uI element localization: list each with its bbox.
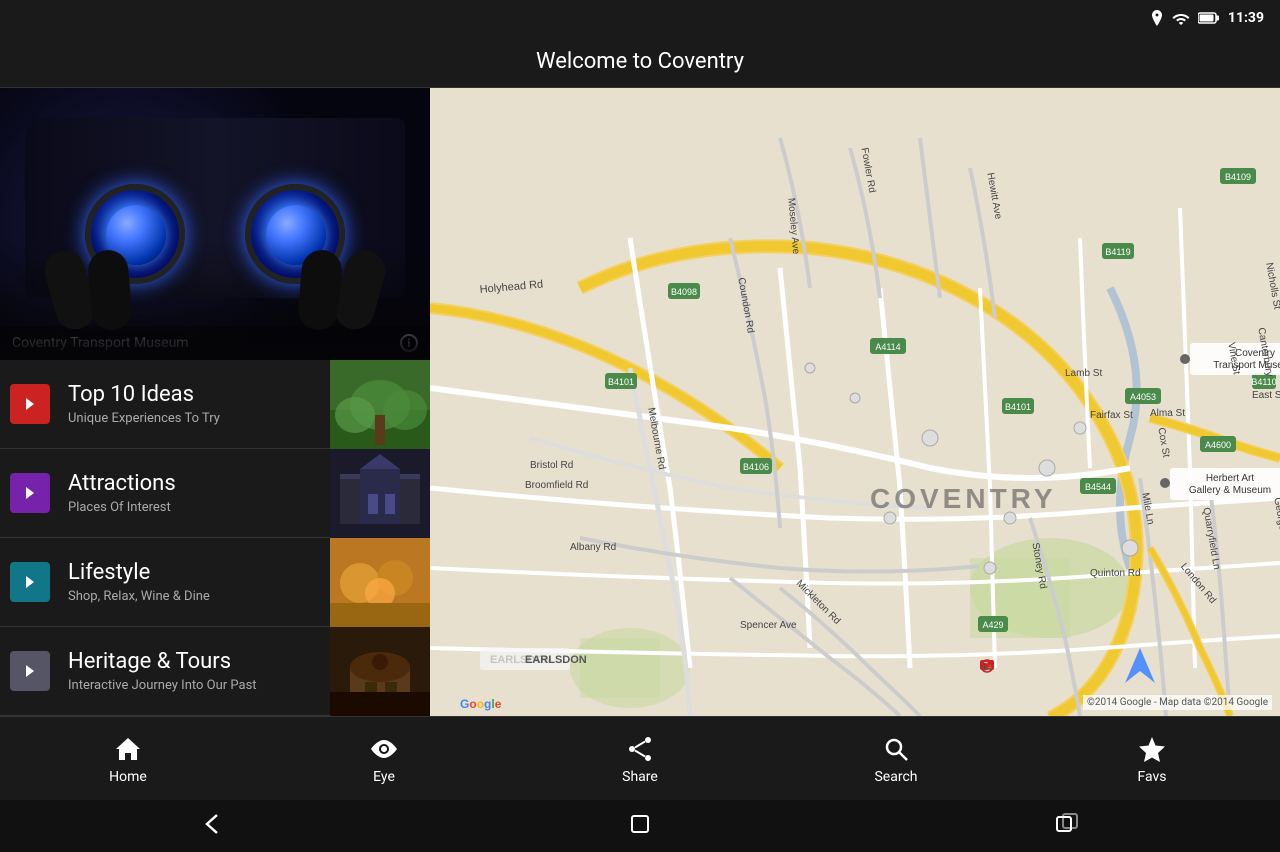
arrow-right-icon xyxy=(22,396,38,412)
nav-search[interactable]: Search xyxy=(768,717,1024,800)
svg-text:B4109: B4109 xyxy=(1225,172,1251,182)
svg-text:A4053: A4053 xyxy=(1130,392,1156,402)
top10-thumb xyxy=(330,360,430,449)
share-icon xyxy=(624,733,656,765)
svg-text:Gallery & Museum: Gallery & Museum xyxy=(1189,485,1271,496)
lifestyle-title: Lifestyle xyxy=(68,560,322,586)
title-bar: Welcome to Coventry xyxy=(0,36,1280,88)
menu-item-lifestyle[interactable]: Lifestyle Shop, Relax, Wine & Dine xyxy=(0,538,430,627)
nav-favs[interactable]: Favs xyxy=(1024,717,1280,800)
menu-arrow-lifestyle xyxy=(10,562,50,602)
svg-text:✚: ✚ xyxy=(984,663,990,671)
battery-icon xyxy=(1198,12,1220,24)
favs-label: Favs xyxy=(1137,769,1166,785)
map-attribution: ©2014 Google - Map data ©2014 Google xyxy=(1083,695,1272,710)
hero-bg xyxy=(0,88,430,360)
svg-text:Quinton Rd: Quinton Rd xyxy=(1090,568,1141,579)
left-panel: Coventry Transport Museum i Top 10 Ideas… xyxy=(0,88,430,716)
menu-arrow-attractions xyxy=(10,473,50,513)
heritage-thumb xyxy=(330,627,430,716)
menu-text-lifestyle: Lifestyle Shop, Relax, Wine & Dine xyxy=(60,560,330,603)
svg-text:B4101: B4101 xyxy=(608,377,634,387)
svg-text:Spencer Ave: Spencer Ave xyxy=(740,620,797,631)
hero-image: Coventry Transport Museum i xyxy=(0,88,430,360)
arrow-right-icon-3 xyxy=(22,574,38,590)
svg-text:East St: East St xyxy=(1252,390,1280,401)
attractions-subtitle: Places Of Interest xyxy=(68,500,322,515)
home-button[interactable] xyxy=(626,810,654,843)
attractions-thumb xyxy=(330,449,430,538)
nav-share[interactable]: Share xyxy=(512,717,768,800)
menu-text-heritage: Heritage & Tours Interactive Journey Int… xyxy=(60,649,330,692)
svg-text:Alma St: Alma St xyxy=(1150,408,1185,419)
app-title: Welcome to Coventry xyxy=(536,49,744,74)
menu-item-attractions[interactable]: Attractions Places Of Interest xyxy=(0,449,430,538)
heritage-subtitle: Interactive Journey Into Our Past xyxy=(68,678,322,693)
menu-list: Top 10 Ideas Unique Experiences To Try xyxy=(0,360,430,716)
recents-button[interactable] xyxy=(1053,810,1081,843)
bottom-nav: Home Eye Share Search xyxy=(0,716,1280,800)
svg-text:B4101: B4101 xyxy=(1005,402,1031,412)
wifi-icon xyxy=(1172,11,1190,25)
heritage-title: Heritage & Tours xyxy=(68,649,322,675)
svg-text:Albany Rd: Albany Rd xyxy=(570,542,616,553)
main-content: Coventry Transport Museum i Top 10 Ideas… xyxy=(0,88,1280,716)
svg-text:Google: Google xyxy=(460,697,502,711)
search-icon xyxy=(880,733,912,765)
menu-text-top10: Top 10 Ideas Unique Experiences To Try xyxy=(60,382,330,425)
menu-text-attractions: Attractions Places Of Interest xyxy=(60,471,330,514)
nav-eye[interactable]: Eye xyxy=(256,717,512,800)
svg-text:Bristol Rd: Bristol Rd xyxy=(530,460,573,471)
svg-text:A4600: A4600 xyxy=(1205,440,1231,450)
svg-text:EARLSDON: EARLSDON xyxy=(525,654,587,666)
home-icon xyxy=(112,733,144,765)
events-thumb xyxy=(330,716,430,717)
svg-text:A4114: A4114 xyxy=(875,342,900,352)
top10-subtitle: Unique Experiences To Try xyxy=(68,411,322,426)
menu-arrow-heritage xyxy=(10,651,50,691)
svg-text:Broomfield Rd: Broomfield Rd xyxy=(525,480,588,491)
top10-title: Top 10 Ideas xyxy=(68,382,322,408)
svg-text:B4098: B4098 xyxy=(671,287,697,297)
svg-text:B4110: B4110 xyxy=(1251,377,1276,387)
status-icons: 11:39 xyxy=(1150,10,1264,26)
home-label: Home xyxy=(109,769,147,785)
svg-text:B4106: B4106 xyxy=(743,462,769,472)
location-icon xyxy=(1150,10,1164,26)
eye-icon xyxy=(368,733,400,765)
svg-text:A429: A429 xyxy=(982,620,1003,630)
arrow-right-icon-2 xyxy=(22,485,38,501)
svg-text:Fairfax St: Fairfax St xyxy=(1090,410,1133,421)
svg-text:COVENTRY: COVENTRY xyxy=(870,483,1057,514)
nav-home[interactable]: Home xyxy=(0,717,256,800)
map-panel[interactable]: COVENTRY Holyhead Rd Moseley Ave Fowler … xyxy=(430,88,1280,716)
menu-arrow-top10 xyxy=(10,384,50,424)
search-label: Search xyxy=(874,769,917,785)
arrow-right-icon-4 xyxy=(22,663,38,679)
svg-text:Lamb St: Lamb St xyxy=(1065,368,1102,379)
android-nav-bar xyxy=(0,800,1280,852)
svg-text:B4119: B4119 xyxy=(1105,247,1130,257)
share-label: Share xyxy=(622,769,658,785)
attractions-title: Attractions xyxy=(68,471,322,497)
menu-item-top10[interactable]: Top 10 Ideas Unique Experiences To Try xyxy=(0,360,430,449)
status-bar: 11:39 xyxy=(0,0,1280,36)
svg-text:Herbert Art: Herbert Art xyxy=(1206,473,1255,484)
status-time: 11:39 xyxy=(1228,10,1264,26)
menu-item-heritage[interactable]: Heritage & Tours Interactive Journey Int… xyxy=(0,627,430,716)
eye-label: Eye xyxy=(373,769,395,785)
lifestyle-thumb xyxy=(330,538,430,627)
lifestyle-subtitle: Shop, Relax, Wine & Dine xyxy=(68,589,322,604)
back-button[interactable] xyxy=(199,810,227,843)
star-icon xyxy=(1136,733,1168,765)
map-svg: COVENTRY Holyhead Rd Moseley Ave Fowler … xyxy=(430,88,1280,716)
svg-text:B4544: B4544 xyxy=(1085,482,1111,492)
